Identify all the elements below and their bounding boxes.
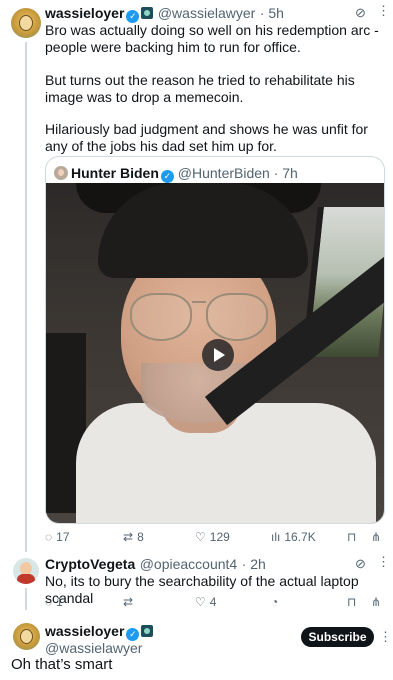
tweet-text-p3: Hilariously bad judgment and shows he wa… bbox=[45, 121, 368, 154]
reply-button[interactable]: ◌ 17 bbox=[45, 530, 70, 544]
like-count: 4 bbox=[209, 595, 217, 609]
video-thumbnail[interactable] bbox=[46, 183, 384, 523]
display-name[interactable]: wassieloyer bbox=[45, 623, 124, 639]
timestamp[interactable]: · 5h bbox=[260, 5, 284, 21]
handle[interactable]: @opieaccount4 bbox=[140, 556, 238, 572]
subscribe-button[interactable]: Subscribe bbox=[301, 627, 374, 647]
display-name[interactable]: wassieloyer bbox=[45, 5, 124, 21]
share-button[interactable]: ⋔ bbox=[371, 595, 385, 609]
reply-button[interactable]: ◌ 1 bbox=[45, 595, 63, 609]
bookmark-button[interactable]: ⊓ bbox=[347, 530, 360, 544]
reply-count: 1 bbox=[56, 595, 63, 609]
avatar-cryptovegeta[interactable] bbox=[13, 558, 39, 584]
avatar-shirt bbox=[17, 574, 35, 584]
reply-icon: ◌ bbox=[45, 530, 53, 544]
bookmark-icon: ⊓ bbox=[347, 530, 357, 544]
play-icon[interactable] bbox=[202, 339, 234, 371]
glasses-lens-left bbox=[130, 293, 192, 341]
avatar-wassieloyer[interactable] bbox=[11, 8, 41, 38]
verified-badge-icon: ✓ bbox=[160, 170, 174, 183]
grok-icon[interactable]: ⊘ bbox=[355, 5, 366, 21]
affiliate-badge-icon bbox=[141, 625, 154, 637]
bookmark-icon: ⊓ bbox=[347, 595, 357, 609]
views-count: 16.7K bbox=[284, 530, 316, 544]
glasses-bridge bbox=[192, 301, 206, 303]
more-icon[interactable]: ⋮ bbox=[377, 554, 390, 570]
share-icon: ⋔ bbox=[371, 530, 382, 544]
reply-actions: ◌ 1 ⇄ ♡ 4 ◔ ⊓ ⋔ bbox=[45, 595, 385, 611]
heart-icon: ♡ bbox=[195, 530, 206, 544]
like-button[interactable]: ♡ 4 bbox=[195, 595, 216, 609]
views-icon: ılı bbox=[271, 530, 281, 544]
heart-icon: ♡ bbox=[195, 595, 206, 609]
display-name[interactable]: CryptoVegeta bbox=[45, 556, 135, 572]
avatar-face bbox=[20, 629, 33, 644]
tweet-text-p1: Bro was actually doing so well on his re… bbox=[45, 22, 379, 55]
avatar-wassieloyer[interactable] bbox=[13, 623, 40, 650]
share-button[interactable]: ⋔ bbox=[371, 530, 385, 544]
thread-line bbox=[25, 42, 27, 552]
handle[interactable]: @wassielawyer bbox=[45, 640, 142, 656]
tweet-header: wassieloyer ✓ @wassielawyer · 5h bbox=[45, 5, 284, 23]
repost-icon: ⇄ bbox=[123, 595, 134, 609]
quoted-tweet-card[interactable]: Hunter Biden ✓ @HunterBiden · 7h bbox=[45, 156, 385, 524]
repost-button[interactable]: ⇄ 8 bbox=[123, 530, 144, 544]
more-icon[interactable]: ⋮ bbox=[379, 629, 392, 645]
reply-header: CryptoVegeta @opieaccount4 · 2h bbox=[45, 556, 266, 574]
repost-count: 8 bbox=[137, 530, 144, 544]
quote-avatar bbox=[54, 166, 68, 180]
like-count: 129 bbox=[209, 530, 230, 544]
tweet-actions: ◌ 17 ⇄ 8 ♡ 129 ılı 16.7K ⊓ ⋔ bbox=[45, 530, 385, 546]
reply-header: wassieloyer ✓ bbox=[45, 623, 154, 641]
more-icon[interactable]: ⋮ bbox=[377, 3, 390, 19]
grok-icon[interactable]: ⊘ bbox=[355, 556, 366, 572]
quote-handle[interactable]: @HunterBiden bbox=[178, 165, 270, 181]
thread-line bbox=[25, 588, 27, 610]
quote-timestamp[interactable]: · 7h bbox=[274, 165, 298, 181]
reply-count: 17 bbox=[56, 530, 70, 544]
repost-button[interactable]: ⇄ bbox=[123, 595, 137, 609]
bookmark-button[interactable]: ⊓ bbox=[347, 595, 360, 609]
handle[interactable]: @wassielawyer bbox=[158, 5, 255, 21]
views-button[interactable]: ılı 16.7K bbox=[271, 530, 316, 544]
like-button[interactable]: ♡ 129 bbox=[195, 530, 230, 544]
tip-icon: ◔ bbox=[271, 595, 279, 609]
affiliate-badge-icon bbox=[141, 7, 154, 19]
quote-header: Hunter Biden ✓ @HunterBiden · 7h bbox=[54, 165, 298, 183]
avatar-face bbox=[19, 15, 33, 31]
tip-button[interactable]: ◔ bbox=[271, 595, 282, 609]
timestamp[interactable]: · 2h bbox=[242, 556, 266, 572]
reply-text: Oh that’s smart bbox=[11, 656, 113, 673]
tweet-text-p2: But turns out the reason he tried to reh… bbox=[45, 72, 355, 105]
glasses-lens-right bbox=[206, 293, 268, 341]
share-icon: ⋔ bbox=[371, 595, 382, 609]
repost-icon: ⇄ bbox=[123, 530, 134, 544]
quote-display-name[interactable]: Hunter Biden bbox=[71, 165, 159, 181]
reply-icon: ◌ bbox=[45, 595, 53, 609]
